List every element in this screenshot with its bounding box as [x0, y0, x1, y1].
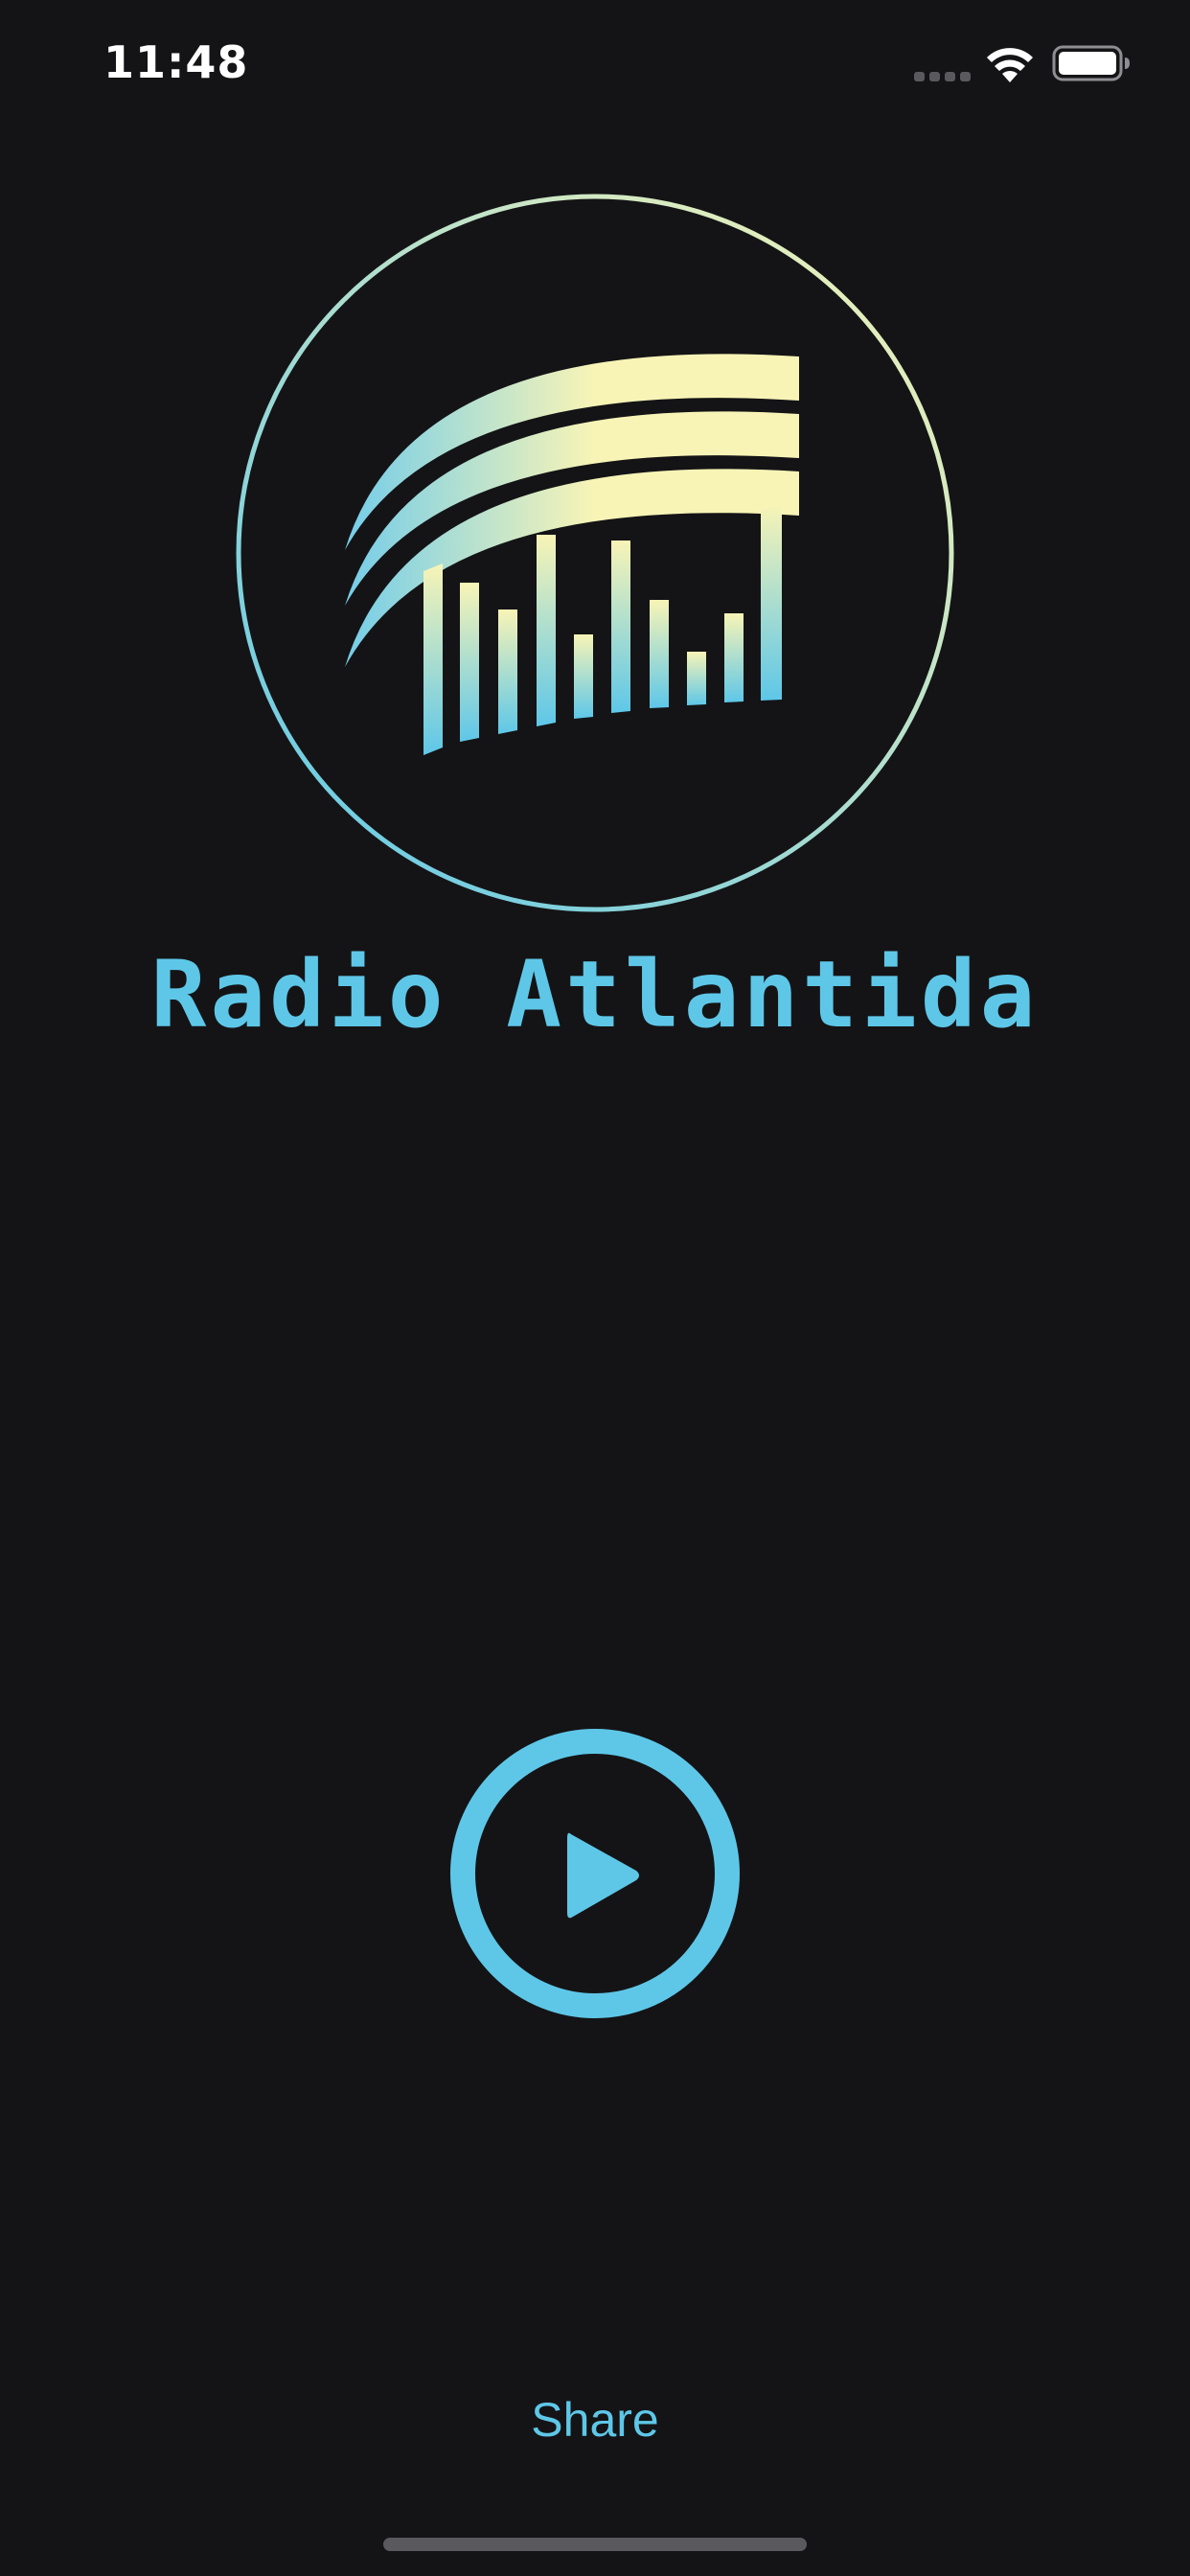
home-indicator[interactable]	[383, 2538, 807, 2551]
share-button[interactable]: Share	[0, 2392, 1190, 2448]
status-bar: 11:48	[0, 0, 1190, 125]
station-name: Radio Atlantida	[150, 941, 1040, 1048]
play-icon	[567, 1832, 639, 1919]
wifi-icon	[987, 48, 1033, 82]
radio-atlantida-logo	[236, 194, 954, 912]
battery-icon	[1052, 45, 1130, 81]
play-button[interactable]	[448, 1727, 742, 2020]
cellular-signal-icon	[914, 72, 971, 81]
status-time: 11:48	[103, 36, 249, 88]
